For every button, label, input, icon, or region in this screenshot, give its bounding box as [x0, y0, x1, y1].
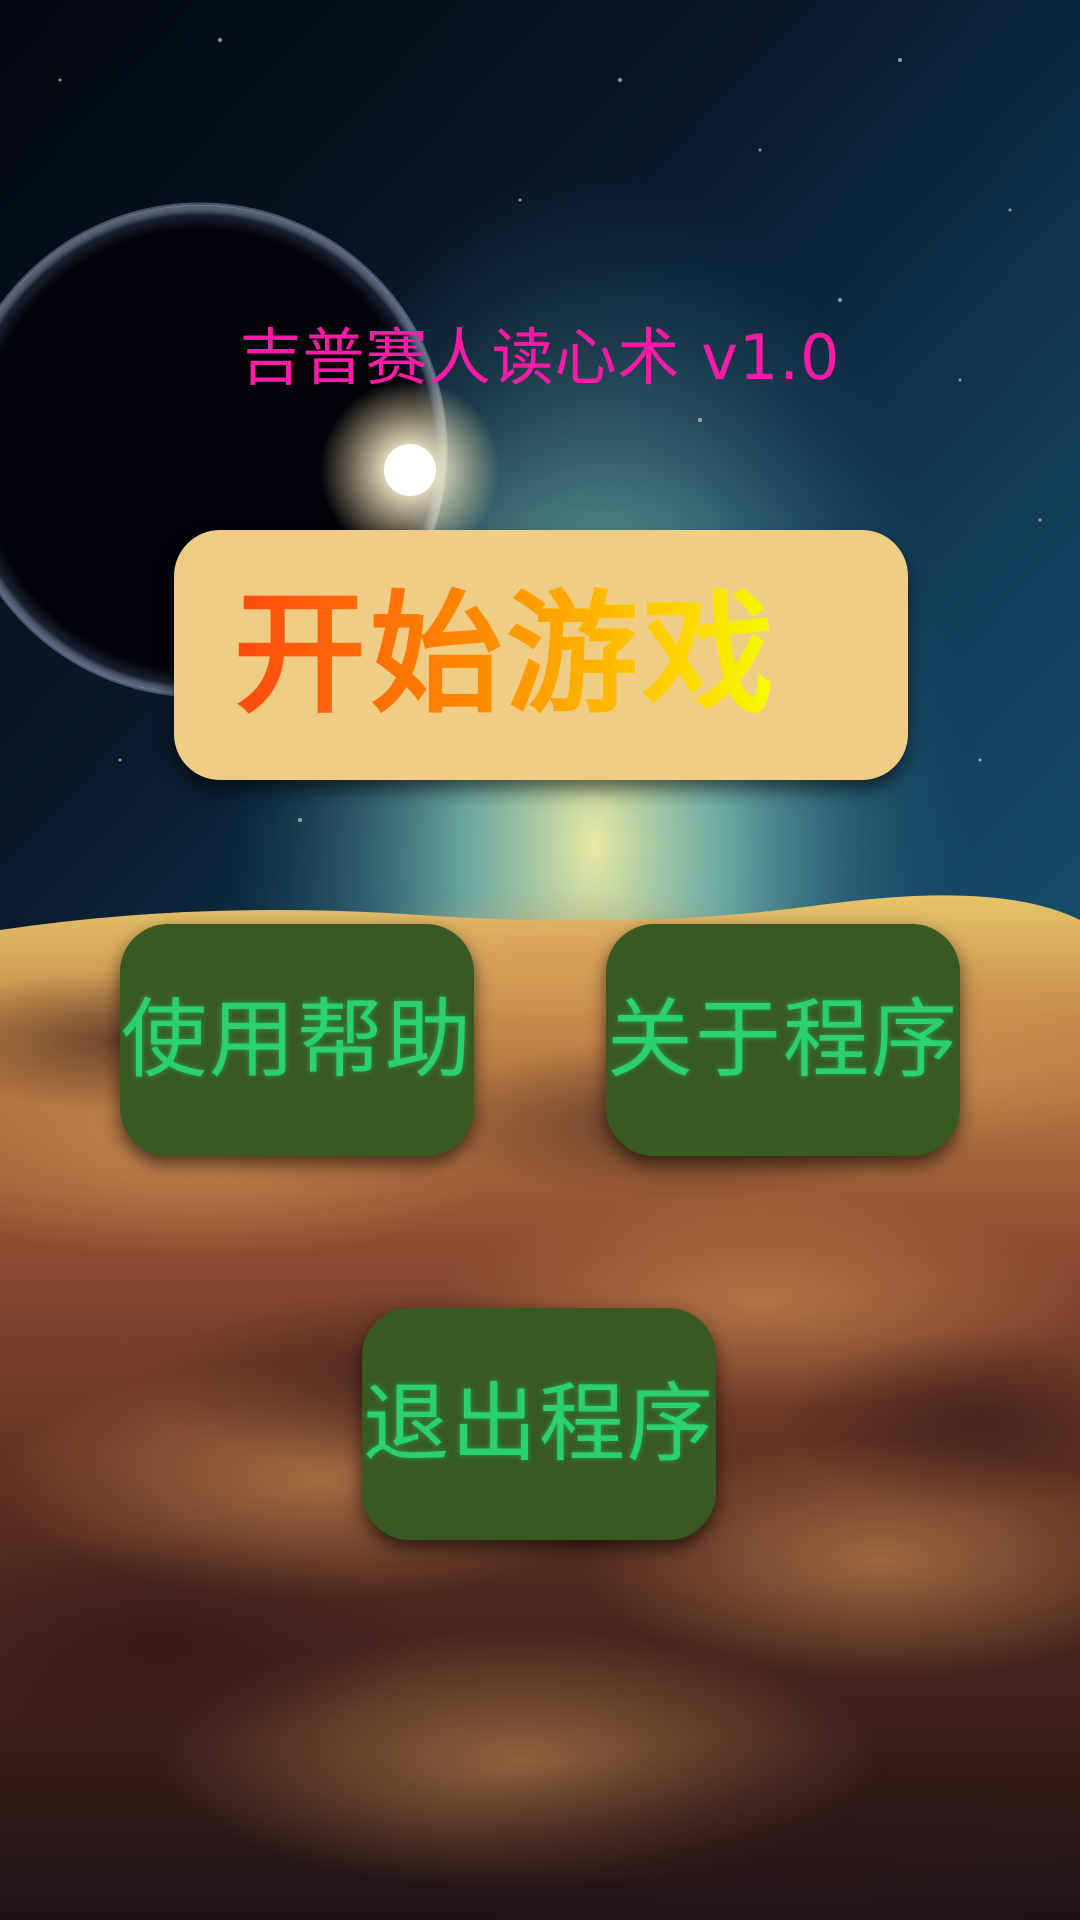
about-label: 关于程序	[607, 990, 959, 1090]
start-game-label: 开始游戏	[234, 578, 778, 732]
app-screen: 吉普赛人读心术 v1.0 开始游戏 使用帮助 关于程序 退出程序	[0, 0, 1080, 1920]
exit-button[interactable]: 退出程序	[362, 1308, 716, 1540]
app-title: 吉普赛人读心术 v1.0	[239, 321, 841, 394]
help-label: 使用帮助	[121, 990, 473, 1090]
about-button[interactable]: 关于程序	[606, 924, 960, 1156]
help-button[interactable]: 使用帮助	[120, 924, 474, 1156]
exit-label: 退出程序	[363, 1374, 715, 1474]
start-game-button[interactable]: 开始游戏	[174, 530, 908, 780]
